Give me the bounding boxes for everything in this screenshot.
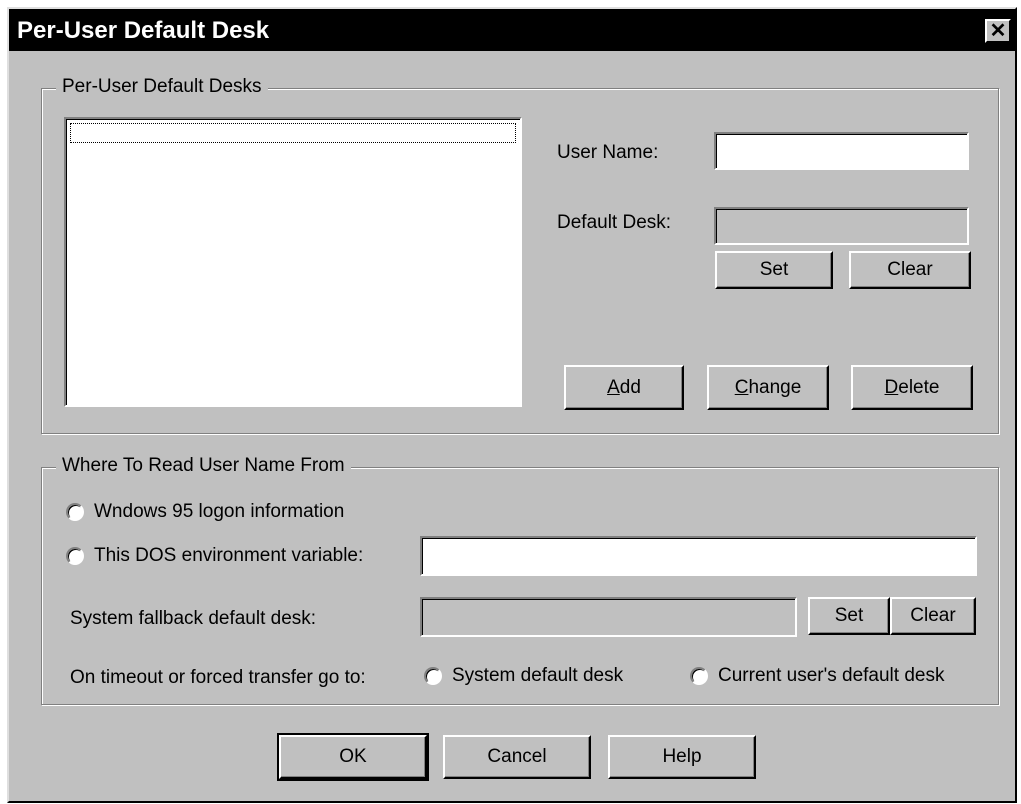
radio-win95-button[interactable] xyxy=(66,503,84,521)
read-user-name-group-label: Where To Read User Name From xyxy=(56,455,351,477)
clear-default-desk-button-label: Clear xyxy=(887,259,933,280)
cancel-button[interactable]: Cancel xyxy=(443,735,591,779)
title-bar[interactable]: Per-User Default Desk ✕ xyxy=(9,9,1015,51)
dos-variable-field[interactable] xyxy=(420,536,977,576)
set-fallback-button[interactable]: Set xyxy=(808,597,890,635)
default-desk-label: Default Desk: xyxy=(557,212,672,233)
radio-dos-variable[interactable]: This DOS environment variable: xyxy=(66,545,363,567)
dialog-body: Per-User Default Desks User Name: Defaul… xyxy=(9,51,1015,801)
read-user-name-group: Where To Read User Name From Wndows 95 l… xyxy=(41,455,999,705)
close-button[interactable]: ✕ xyxy=(985,19,1011,43)
radio-dos-button[interactable] xyxy=(66,547,84,565)
radio-current-button[interactable] xyxy=(690,667,708,685)
clear-fallback-button[interactable]: Clear xyxy=(890,597,976,635)
radio-system-button[interactable] xyxy=(424,667,442,685)
per-user-desks-group: Per-User Default Desks User Name: Defaul… xyxy=(41,76,999,434)
window-title: Per-User Default Desk xyxy=(17,17,270,44)
add-button-label: Add xyxy=(607,376,641,398)
per-user-desks-group-label: Per-User Default Desks xyxy=(56,76,268,98)
timeout-label: On timeout or forced transfer go to: xyxy=(70,667,366,688)
clear-fallback-button-label: Clear xyxy=(910,605,956,626)
help-button-label: Help xyxy=(662,746,702,767)
user-desk-list[interactable] xyxy=(64,117,522,407)
change-button-label: Change xyxy=(734,376,802,398)
set-default-desk-button-label: Set xyxy=(759,259,789,280)
ok-button-label: OK xyxy=(339,746,367,767)
list-focus-row[interactable] xyxy=(70,123,516,143)
help-button[interactable]: Help xyxy=(608,735,756,779)
radio-win95-logon[interactable]: Wndows 95 logon information xyxy=(66,501,344,523)
fallback-desk-field xyxy=(420,597,797,637)
set-default-desk-button[interactable]: Set xyxy=(715,251,833,289)
change-button[interactable]: Change xyxy=(707,365,829,410)
radio-current-label: Current user's default desk xyxy=(718,665,945,686)
set-fallback-button-label: Set xyxy=(834,605,864,626)
ok-button[interactable]: OK xyxy=(277,733,429,781)
radio-dos-label: This DOS environment variable: xyxy=(94,545,364,566)
radio-system-label: System default desk xyxy=(452,665,624,686)
cancel-button-label: Cancel xyxy=(487,746,547,767)
radio-system-default[interactable]: System default desk xyxy=(424,665,623,687)
clear-default-desk-button[interactable]: Clear xyxy=(849,251,971,289)
default-desk-field xyxy=(714,207,969,245)
delete-button[interactable]: Delete xyxy=(851,365,973,410)
delete-button-label: Delete xyxy=(884,376,940,398)
radio-current-user[interactable]: Current user's default desk xyxy=(690,665,944,687)
radio-win95-label: Wndows 95 logon information xyxy=(94,501,345,522)
dialog-window: Per-User Default Desk ✕ Per-User Default… xyxy=(7,7,1017,803)
user-name-field[interactable] xyxy=(714,132,969,170)
fallback-desk-label: System fallback default desk: xyxy=(70,608,317,629)
add-button[interactable]: Add xyxy=(564,365,684,410)
user-name-label: User Name: xyxy=(557,142,659,163)
close-icon: ✕ xyxy=(989,20,1007,42)
